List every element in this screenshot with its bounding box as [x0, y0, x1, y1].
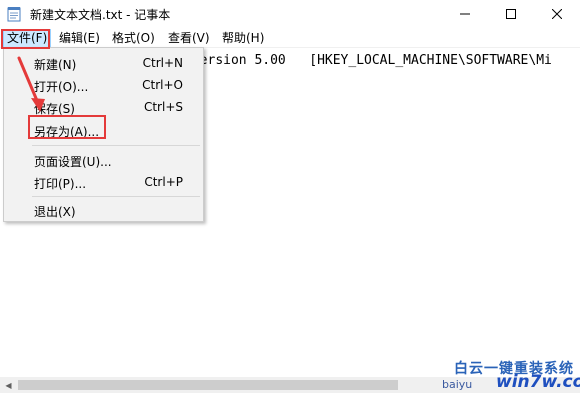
annotation-arrow-icon	[17, 56, 45, 112]
watermark: 白云一键重装系统 baiyu win7w.com	[440, 350, 580, 393]
watermark-url: baiyu	[442, 378, 473, 391]
watermark-logo: win7w.com	[496, 372, 580, 392]
